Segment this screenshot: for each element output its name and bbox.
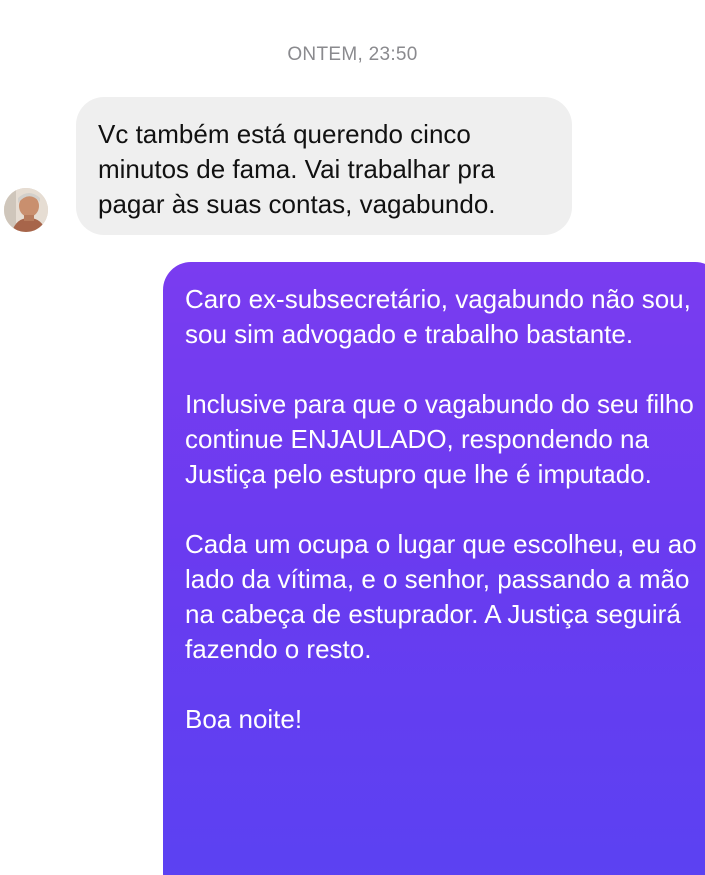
outgoing-paragraph-1: Caro ex-subsecretário, vagabundo não sou… [185,284,691,349]
incoming-message-bubble[interactable]: Vc também está querendo cinco minutos de… [76,97,572,235]
person-photo-icon [4,188,48,232]
message-timestamp: ONTEM, 23:50 [287,44,418,65]
outgoing-paragraph-3: Cada um ocupa o lugar que escolheu, eu a… [185,529,697,664]
sender-avatar[interactable] [4,188,48,232]
outgoing-message-bubble[interactable]: Caro ex-subsecretário, vagabundo não sou… [163,262,705,875]
outgoing-paragraph-2: Inclusive para que o vagabundo do seu fi… [185,389,694,489]
outgoing-paragraph-4: Boa noite! [185,704,303,734]
chat-screen: ONTEM, 23:50 Vc também está querendo cin… [0,0,705,875]
incoming-message-text: Vc também está querendo cinco minutos de… [98,119,496,219]
